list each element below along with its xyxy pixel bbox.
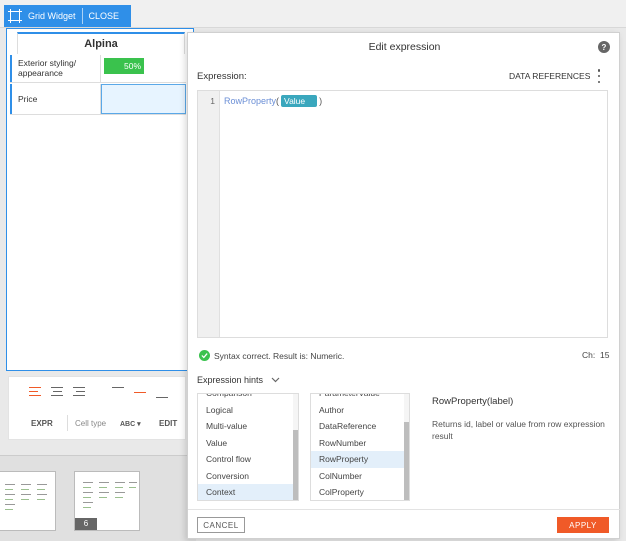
table-row[interactable]: Price xyxy=(10,84,186,115)
category-scrollbar[interactable] xyxy=(293,394,298,500)
progress-bar: 50% xyxy=(104,58,144,74)
hint-signature: RowProperty(label) xyxy=(432,396,514,407)
valign-middle-icon[interactable] xyxy=(134,387,148,401)
cell-type-select[interactable]: ABC ▾ xyxy=(120,420,141,428)
grid-widget-icon xyxy=(4,5,26,27)
list-item[interactable]: Author xyxy=(311,402,409,419)
function-list[interactable]: ParameterValue Author DataReference RowN… xyxy=(310,393,410,501)
more-options-icon[interactable] xyxy=(596,69,602,83)
grid-column-header[interactable]: Alpina xyxy=(17,32,185,54)
list-item[interactable]: ColNumber xyxy=(311,468,409,485)
edit-button[interactable]: EDIT xyxy=(159,419,177,428)
expression-hints-toggle[interactable]: Expression hints xyxy=(197,375,280,385)
expression-editor[interactable]: 1 RowProperty(Value) xyxy=(197,90,608,338)
chevron-down-icon xyxy=(271,375,280,385)
row-label: Exterior styling/ appearance xyxy=(10,55,101,82)
align-center-icon[interactable] xyxy=(51,387,65,401)
dialog-footer-divider xyxy=(188,509,621,510)
valign-top-icon[interactable] xyxy=(112,387,126,401)
hint-description: Returns id, label or value from row expr… xyxy=(432,419,605,441)
row-label: Price xyxy=(10,84,101,114)
cell-toolbar: EXPR Cell type ABC ▾ EDIT xyxy=(8,376,186,440)
line-number: 1 xyxy=(210,96,215,106)
list-item[interactable]: Logical xyxy=(198,402,298,419)
expression-code[interactable]: RowProperty(Value) xyxy=(224,95,322,107)
list-item[interactable]: Multi-value xyxy=(198,418,298,435)
valign-bottom-icon[interactable] xyxy=(156,387,170,401)
caret-down-icon: ▾ xyxy=(137,421,141,428)
align-right-icon[interactable] xyxy=(73,387,87,401)
edit-expression-dialog: Edit expression ? Expression: DATA REFER… xyxy=(187,32,621,539)
hints-label-text: Expression hints xyxy=(197,375,264,385)
syntax-status-text: Syntax correct. Result is: Numeric. xyxy=(214,350,345,361)
code-function-name: RowProperty xyxy=(224,96,277,106)
scrollbar-thumb[interactable] xyxy=(404,422,409,500)
list-item[interactable]: Control flow xyxy=(198,451,298,468)
category-list[interactable]: Comparison Logical Multi-value Value Con… xyxy=(197,393,299,501)
expression-label: Expression: xyxy=(197,71,247,82)
page-thumbnail[interactable] xyxy=(0,471,56,531)
value-token[interactable]: Value xyxy=(281,95,318,107)
cell-type-value: ABC xyxy=(120,421,136,428)
thumbnail-badge: 6 xyxy=(75,518,97,530)
list-item[interactable]: Conversion xyxy=(198,468,298,485)
list-item[interactable]: ParameterValue xyxy=(311,394,409,402)
widget-title: Grid Widget xyxy=(28,11,76,21)
cell-type-label: Cell type xyxy=(75,419,107,428)
char-count: Ch: 15 xyxy=(582,350,609,360)
code-open-paren: ( xyxy=(276,96,280,106)
price-value-cell[interactable] xyxy=(101,84,186,114)
close-button[interactable]: CLOSE xyxy=(83,11,126,21)
data-references-button[interactable]: DATA REFERENCES xyxy=(509,71,590,81)
help-icon[interactable]: ? xyxy=(598,41,610,53)
char-count-value: 15 xyxy=(599,350,610,360)
table-row[interactable]: Exterior styling/ appearance 50% xyxy=(10,55,186,83)
scrollbar-thumb[interactable] xyxy=(293,430,298,500)
align-left-icon[interactable] xyxy=(29,387,43,401)
function-scrollbar[interactable] xyxy=(404,394,409,500)
grid-widget-tab: Grid Widget CLOSE xyxy=(4,5,131,27)
list-item-selected[interactable]: RowProperty xyxy=(311,451,409,468)
syntax-status: Syntax correct. Result is: Numeric. xyxy=(199,350,344,361)
code-close-paren: ) xyxy=(319,96,323,106)
thumbnail-strip: 6 xyxy=(0,455,196,541)
cancel-button[interactable]: CANCEL xyxy=(197,517,245,533)
toolbar-divider xyxy=(67,415,68,431)
list-item[interactable]: Comparison xyxy=(198,394,298,402)
list-item[interactable]: DataReference xyxy=(311,418,409,435)
check-icon xyxy=(199,350,210,361)
editor-gutter: 1 xyxy=(198,91,220,337)
list-item[interactable]: ColProperty xyxy=(311,484,409,500)
row-value-cell[interactable]: 50% xyxy=(101,55,186,82)
dialog-title: Edit expression xyxy=(368,41,441,53)
list-item[interactable]: Value xyxy=(198,435,298,452)
progress-value: 50% xyxy=(123,61,141,71)
char-count-label: Ch: xyxy=(582,350,596,360)
expr-button[interactable]: EXPR xyxy=(31,419,53,428)
list-item[interactable]: RowNumber xyxy=(311,435,409,452)
apply-button[interactable]: APPLY xyxy=(557,517,609,533)
page-thumbnail[interactable]: 6 xyxy=(74,471,140,531)
list-item-selected[interactable]: Context xyxy=(198,484,298,500)
